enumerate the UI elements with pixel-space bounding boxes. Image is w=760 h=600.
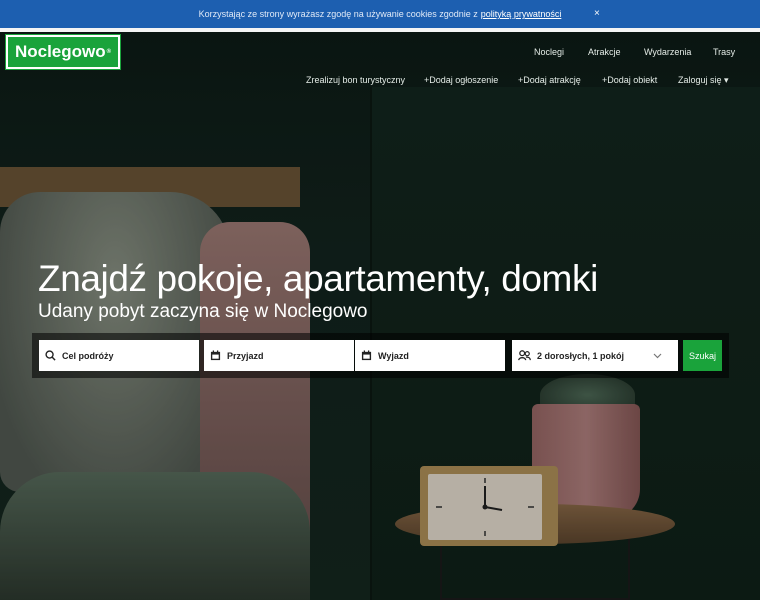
- chevron-down-icon: ▾: [724, 75, 729, 85]
- checkin-input[interactable]: Przyjazd: [204, 340, 354, 371]
- login-menu[interactable]: Zaloguj się ▾: [678, 75, 729, 86]
- nav-trasy[interactable]: Trasy: [713, 47, 735, 57]
- checkout-placeholder: Wyjazd: [378, 350, 409, 361]
- guests-value: 2 dorosłych, 1 pokój: [537, 350, 625, 361]
- search-icon: [45, 350, 56, 361]
- destination-placeholder: Cel podróży: [62, 350, 114, 361]
- logo-text: Noclegowo: [14, 42, 106, 61]
- checkin-placeholder: Przyjazd: [227, 350, 264, 361]
- subnav-dodaj-atrakcje[interactable]: +Dodaj atrakcję: [518, 75, 581, 85]
- hero-subtitle: Udany pobyt zaczyna się w Noclegowo: [38, 301, 368, 322]
- login-label: Zaloguj się: [678, 75, 722, 85]
- logo[interactable]: Noclegowo ®: [5, 34, 121, 70]
- cookie-bar: Korzystając ze strony wyrażasz zgodę na …: [0, 0, 760, 28]
- nav-atrakcje[interactable]: Atrakcje: [588, 47, 621, 57]
- destination-input[interactable]: Cel podróży: [39, 340, 199, 371]
- nav-noclegi[interactable]: Noclegi: [534, 47, 564, 57]
- checkout-input[interactable]: Wyjazd: [355, 340, 505, 371]
- subnav-dodaj-ogloszenie[interactable]: +Dodaj ogłoszenie: [424, 75, 498, 85]
- hero-title: Znajdź pokoje, apartamenty, domki: [38, 258, 598, 299]
- subnav-dodaj-obiekt[interactable]: +Dodaj obiekt: [602, 75, 657, 85]
- nav-wydarzenia[interactable]: Wydarzenia: [644, 47, 691, 57]
- calendar-icon: [361, 350, 372, 361]
- privacy-policy-link[interactable]: polityką prywatności: [481, 9, 562, 19]
- users-icon: [518, 350, 531, 361]
- cookie-text: Korzystając ze strony wyrażasz zgodę na …: [198, 9, 478, 19]
- subnav-bon-turystyczny[interactable]: Zrealizuj bon turystyczny: [306, 75, 405, 85]
- chevron-down-icon: [653, 353, 662, 358]
- search-button[interactable]: Szukaj: [683, 340, 722, 371]
- calendar-icon: [210, 350, 221, 361]
- close-icon[interactable]: ×: [594, 8, 600, 19]
- logo-registered-mark: ®: [106, 49, 112, 55]
- guests-select[interactable]: 2 dorosłych, 1 pokój: [512, 340, 678, 371]
